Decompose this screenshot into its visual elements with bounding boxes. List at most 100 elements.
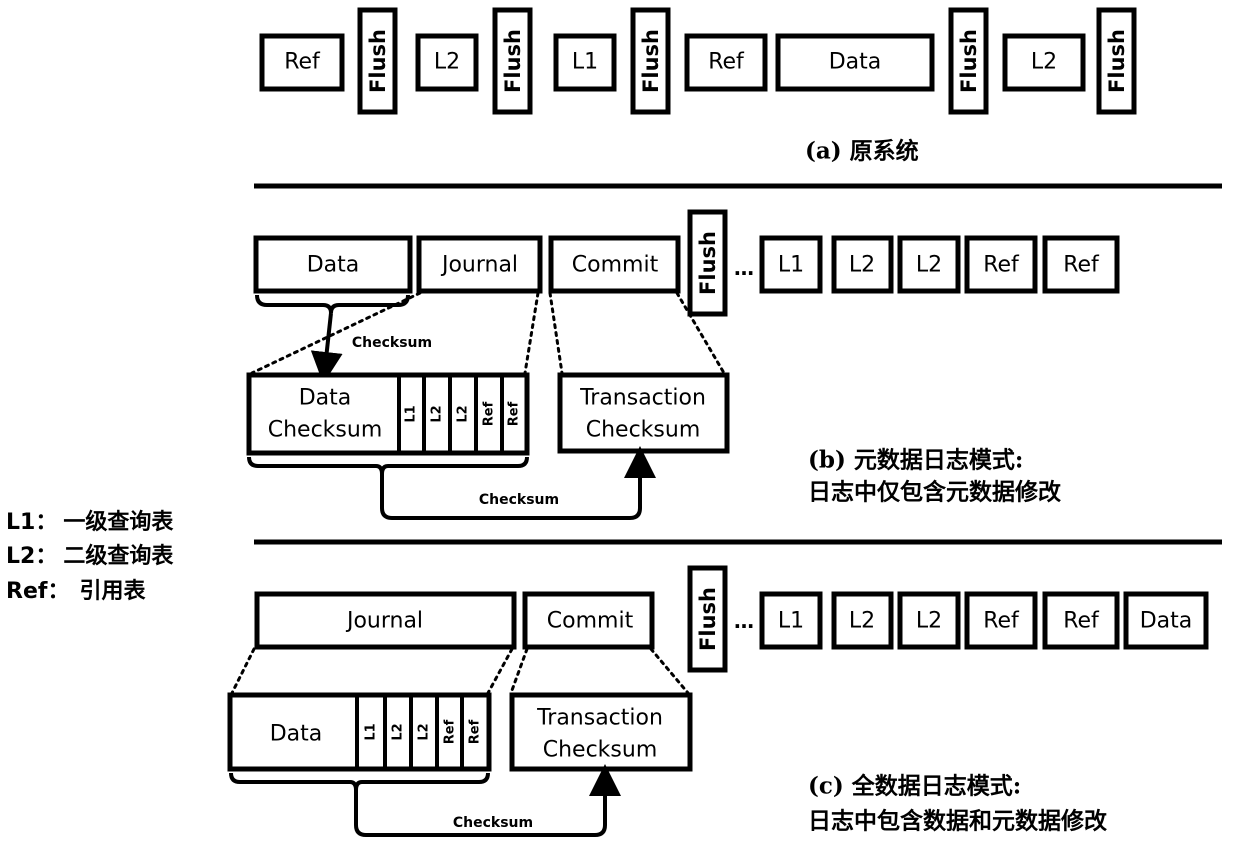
block-label: Ref — [1063, 253, 1100, 278]
block-label: Ref — [983, 253, 1020, 278]
block-label: Ref — [708, 50, 745, 75]
block-ref: Ref — [1042, 591, 1120, 650]
block-label: L1 — [572, 50, 598, 75]
block-l2: L2 — [897, 591, 961, 650]
block-flush: Flush — [630, 7, 671, 115]
block-label: Flush — [366, 29, 390, 93]
checksum-arrow — [310, 312, 343, 384]
block-label: Journal — [345, 609, 423, 634]
cell-ref: Ref — [482, 401, 497, 426]
caption-a: (a) 原系统 — [805, 138, 919, 165]
block-label: Flush — [957, 29, 981, 93]
block-label: L1 — [778, 609, 804, 634]
legend-item-l1: L1： 一级查询表 — [6, 509, 174, 535]
cell-ref: Ref — [468, 719, 483, 744]
checksum-label: Checksum — [453, 815, 533, 831]
block-l2: L2 — [1002, 33, 1086, 92]
block-commit: Commit — [548, 235, 681, 294]
transaction-label: Checksum — [543, 738, 658, 763]
block-flush: Flush — [687, 209, 728, 317]
ellipsis: … — [734, 256, 754, 280]
block-label: L2 — [1031, 50, 1057, 75]
block-ref: Ref — [1042, 235, 1120, 294]
journal-detail-block: Data Checksum L1 L2 L2 Ref Ref — [246, 372, 530, 456]
block-label: Commit — [572, 253, 659, 278]
block-label: L2 — [849, 253, 875, 278]
block-data: Data — [775, 33, 935, 92]
block-label: Flush — [639, 29, 663, 93]
block-l2: L2 — [831, 591, 894, 650]
bottom-bracket — [380, 456, 529, 475]
block-data: Data — [253, 235, 413, 294]
block-l1: L1 — [759, 591, 823, 650]
zoom-line — [230, 647, 256, 695]
block-commit: Commit — [522, 591, 655, 650]
journaling-diagram: Ref Flush L2 Flush L1 Flush Ref Data Flu… — [6, 7, 1222, 837]
block-flush: Flush — [357, 7, 398, 115]
panel-a: Ref Flush L2 Flush L1 Flush Ref Data Flu… — [259, 7, 1137, 165]
zoom-line — [509, 647, 529, 695]
block-label: Data — [1140, 609, 1193, 634]
block-label: Journal — [440, 253, 518, 278]
block-label: Flush — [696, 231, 720, 295]
block-label: Ref — [1063, 609, 1100, 634]
block-flush: Flush — [492, 7, 533, 115]
block-label: Ref — [284, 50, 321, 75]
checksum-label: Checksum — [479, 492, 559, 508]
block-flush: Flush — [1096, 7, 1137, 115]
block-label: L2 — [916, 609, 942, 634]
zoom-line — [649, 647, 690, 695]
caption-b-line1: (b) 元数据日志模式: — [808, 447, 1023, 474]
data-checksum-label: Checksum — [268, 418, 383, 443]
block-flush: Flush — [687, 565, 728, 673]
block-label: L2 — [849, 609, 875, 634]
zoom-line — [548, 291, 564, 375]
zoom-line — [523, 291, 540, 375]
legend-item-l2: L2： 二级查询表 — [6, 543, 174, 569]
block-label: Data — [829, 50, 882, 75]
cell-l2: L2 — [417, 723, 432, 740]
block-l1: L1 — [759, 235, 823, 294]
commit-detail-block: Transaction Checksum — [557, 372, 730, 454]
block-label: L2 — [916, 253, 942, 278]
transaction-label: Transaction — [536, 706, 663, 731]
panel-b: Data Journal Commit Flush … L1 L2 L2 Ref… — [246, 209, 1120, 520]
block-label: Ref — [983, 609, 1020, 634]
checksum-label: Checksum — [352, 335, 432, 351]
cell-l2: L2 — [456, 405, 471, 422]
block-label: Flush — [1105, 29, 1129, 93]
transaction-label: Transaction — [579, 386, 706, 411]
ellipsis: … — [734, 609, 754, 633]
block-ref: Ref — [684, 33, 768, 92]
bottom-bracket — [229, 772, 358, 791]
block-label: L1 — [778, 253, 804, 278]
bottom-bracket — [247, 456, 384, 475]
block-flush: Flush — [948, 7, 989, 115]
block-label: L2 — [434, 50, 460, 75]
caption-b-line2: 日志中仅包含元数据修改 — [808, 479, 1061, 506]
block-l2: L2 — [897, 235, 961, 294]
block-l2: L2 — [831, 235, 894, 294]
cell-l2: L2 — [430, 405, 445, 422]
journal-detail-block: Data L1 L2 L2 Ref Ref — [227, 692, 492, 772]
checksum-arrow — [380, 446, 656, 520]
panel-c: Journal Commit Flush … L1 L2 L2 Ref Ref … — [227, 565, 1209, 837]
caption-c-line1: (c) 全数据日志模式: — [808, 773, 1021, 800]
block-label: Data — [307, 253, 360, 278]
block-ref: Ref — [259, 33, 345, 92]
block-ref: Ref — [964, 591, 1038, 650]
caption-c-line2: 日志中包含数据和元数据修改 — [808, 808, 1107, 835]
data-checksum-label: Data — [299, 386, 352, 411]
block-l1: L1 — [553, 33, 617, 92]
block-ref: Ref — [964, 235, 1038, 294]
zoom-line — [486, 647, 514, 695]
block-data: Data — [1123, 591, 1209, 650]
block-label: Flush — [696, 587, 720, 651]
bottom-bracket — [354, 772, 490, 791]
block-l2: L2 — [415, 33, 479, 92]
cell-l1: L1 — [404, 405, 419, 422]
cell-ref: Ref — [507, 401, 522, 426]
cell-l1: L1 — [364, 723, 379, 740]
legend: L1： 一级查询表 L2： 二级查询表 Ref： 引用表 — [6, 509, 174, 604]
cell-ref: Ref — [443, 719, 458, 744]
